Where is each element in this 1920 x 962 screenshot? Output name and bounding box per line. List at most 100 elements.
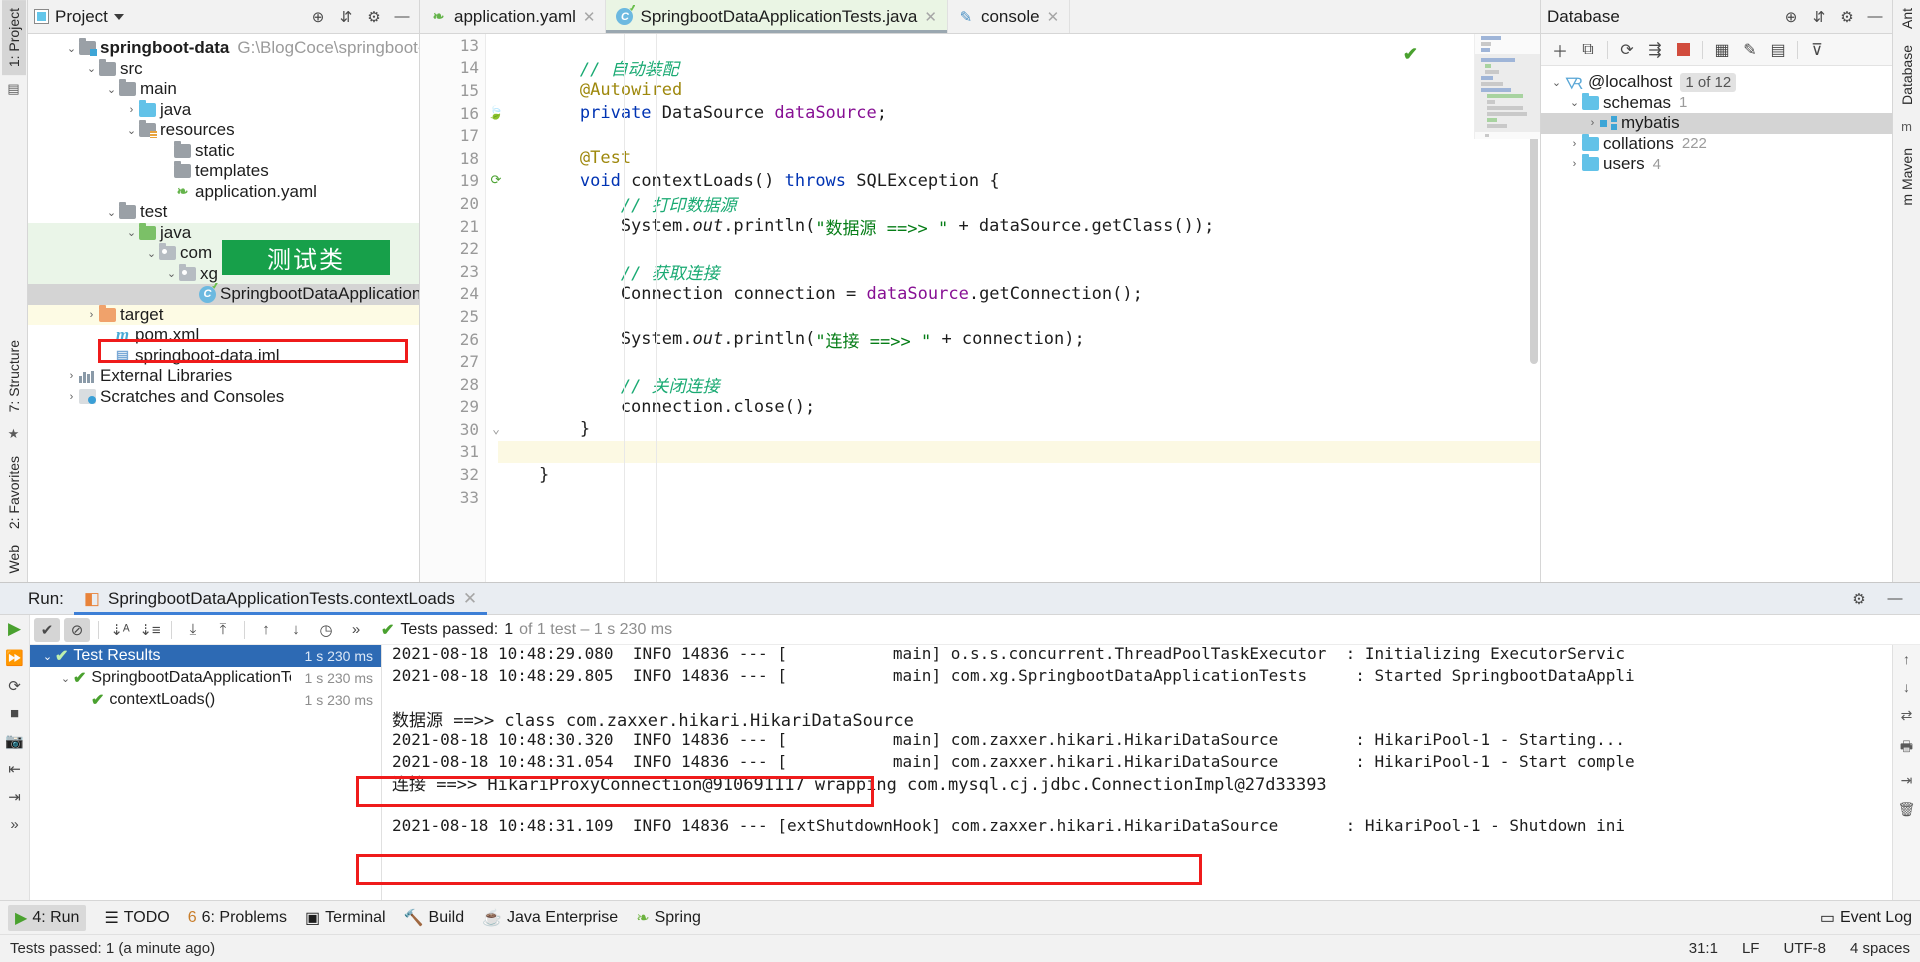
- settings-gear-icon[interactable]: ⚙: [363, 6, 385, 28]
- print-icon[interactable]: 🖶: [1900, 736, 1913, 760]
- add-icon[interactable]: ＋: [1547, 38, 1573, 62]
- editor-gutter[interactable]: 13 14 15 16 🍃 17 18 19 ⟳ 20 21 22 23 24 25 26 27 28 29 30 ⌄ 3…: [420, 34, 504, 582]
- favorites-star-icon[interactable]: ★: [8, 426, 20, 442]
- import-tests-icon[interactable]: ⇤: [8, 760, 21, 778]
- expand-all-icon[interactable]: ⤓: [180, 618, 206, 642]
- sort-alphabetically-icon[interactable]: ⇣ᴬ: [107, 618, 133, 642]
- show-passed-toggle-icon[interactable]: ✔: [34, 617, 60, 642]
- tree-item-scratches-and-consoles[interactable]: › Scratches and Consoles: [28, 387, 419, 408]
- run-query-icon[interactable]: ⇶: [1642, 38, 1668, 62]
- tree-item-pom-xml[interactable]: › m pom.xml: [28, 325, 419, 346]
- stop-icon[interactable]: [1670, 38, 1696, 62]
- chevron-collapsed-icon[interactable]: ›: [1567, 138, 1582, 150]
- copy-icon[interactable]: ⧉: [1575, 38, 1601, 62]
- chevron-expanded-icon[interactable]: ⌄: [104, 206, 119, 219]
- indent-setting[interactable]: 4 spaces: [1850, 940, 1910, 957]
- tree-item-main-java[interactable]: › java: [28, 99, 419, 121]
- code-line[interactable]: }: [498, 463, 1540, 486]
- file-encoding[interactable]: UTF-8: [1783, 940, 1826, 957]
- more-toolbar-icon[interactable]: »: [343, 618, 369, 642]
- code-line[interactable]: System. out .println("数据源 ==>> " + dataSou…: [498, 215, 1540, 239]
- caret-position[interactable]: 31:1: [1689, 940, 1718, 957]
- scroll-down-icon[interactable]: ↓: [1903, 679, 1910, 695]
- hide-panel-icon[interactable]: —: [1884, 588, 1906, 610]
- status-item-java-enterprise[interactable]: ☕ Java Enterprise: [482, 908, 618, 928]
- rerun-failed-tests-icon[interactable]: ⟳: [8, 677, 21, 695]
- tree-item-springboot-data[interactable]: ⌄ springboot-data G:\BlogCoce\springboot…: [28, 38, 419, 59]
- rerun-icon[interactable]: ▶: [8, 619, 21, 639]
- structure-mini-icon[interactable]: ▤: [7, 81, 19, 97]
- code-line[interactable]: [498, 124, 1540, 147]
- locate-icon[interactable]: ⊕: [307, 6, 329, 28]
- collapse-all-icon[interactable]: ⤒: [210, 618, 236, 642]
- tree-item-target[interactable]: › target: [28, 304, 419, 325]
- chevron-expanded-icon[interactable]: ⌄: [84, 62, 99, 75]
- chevron-expanded-icon[interactable]: ⌄: [1549, 76, 1564, 89]
- status-item-event-log[interactable]: ▭ Event Log: [1820, 908, 1912, 928]
- chevron-expanded-icon[interactable]: ⌄: [64, 42, 79, 55]
- chevron-expanded-icon[interactable]: ⌄: [58, 672, 73, 685]
- show-ignored-toggle-icon[interactable]: ⊘: [64, 617, 90, 642]
- run-configuration-tab[interactable]: ◧ SpringbootDataApplicationTests.context…: [74, 583, 487, 615]
- chevron-collapsed-icon[interactable]: ›: [1585, 117, 1600, 129]
- inspection-ok-icon[interactable]: ✔: [1403, 44, 1418, 65]
- status-item-build[interactable]: 🔨 Build: [404, 908, 465, 928]
- tree-item-test[interactable]: ⌄ test: [28, 202, 419, 223]
- status-item-terminal[interactable]: ▣ Terminal: [305, 908, 386, 928]
- camera-icon[interactable]: 📷: [5, 732, 24, 750]
- edit-icon[interactable]: ✎: [1737, 38, 1763, 62]
- code-line[interactable]: connection.close();: [498, 396, 1540, 419]
- debug-icon[interactable]: ⏩: [5, 649, 24, 667]
- db-item-localhost[interactable]: ⌄ 🜆 @localhost 1 of 12: [1541, 72, 1892, 93]
- status-item-run[interactable]: ▶ 4: Run: [8, 904, 87, 931]
- chevron-collapsed-icon[interactable]: ›: [64, 370, 79, 382]
- code-line[interactable]: [498, 440, 1540, 464]
- close-icon[interactable]: ✕: [1047, 8, 1060, 26]
- status-item-spring[interactable]: ❧ Spring: [636, 908, 701, 928]
- chevron-expanded-icon[interactable]: ⌄: [164, 267, 179, 280]
- settings-gear-icon[interactable]: ⚙: [1848, 588, 1870, 610]
- code-line[interactable]: // 关闭连接: [498, 373, 1540, 397]
- code-line[interactable]: // 自动装配: [498, 57, 1540, 80]
- locate-icon[interactable]: ⊕: [1780, 6, 1802, 28]
- history-icon[interactable]: ◷: [313, 618, 339, 642]
- code-line[interactable]: // 获取连接: [498, 260, 1540, 284]
- tab-application-yaml[interactable]: ❧ application.yaml ✕: [420, 0, 607, 33]
- next-failed-test-icon[interactable]: ↓: [283, 618, 309, 642]
- run-console-output[interactable]: 2021-08-18 10:48:29.080 INFO 14836 --- […: [382, 645, 1892, 900]
- close-icon[interactable]: ✕: [583, 8, 596, 26]
- hide-panel-icon[interactable]: —: [391, 6, 413, 28]
- sort-by-duration-icon[interactable]: ⇣≡: [137, 618, 163, 642]
- chevron-collapsed-icon[interactable]: ›: [64, 391, 79, 403]
- rail-tab-web[interactable]: Web: [2, 537, 26, 582]
- tab-springboot-data-application-tests[interactable]: C SpringbootDataApplicationTests.java ✕: [606, 0, 948, 33]
- project-tree[interactable]: ⌄ springboot-data G:\BlogCoce\springboot…: [28, 34, 419, 582]
- tree-item-static[interactable]: › static: [28, 140, 419, 162]
- tree-item-resources[interactable]: ⌄ resources: [28, 120, 419, 141]
- code-preview-minimap[interactable]: [1474, 34, 1540, 139]
- hide-panel-icon[interactable]: —: [1864, 6, 1886, 28]
- chevron-expanded-icon[interactable]: ⌄: [40, 650, 55, 663]
- settings-gear-icon[interactable]: ⚙: [1836, 6, 1858, 28]
- code-line[interactable]: [498, 305, 1540, 328]
- db-item-mybatis[interactable]: › mybatis: [1541, 113, 1892, 134]
- rail-tab-favorites[interactable]: 2: Favorites: [2, 448, 26, 537]
- code-line[interactable]: Connection connection = dataSource .getCo…: [498, 283, 1540, 306]
- test-node-class[interactable]: ⌄ ✔ SpringbootDataApplicationTe 1 s 230 …: [30, 667, 381, 689]
- tree-item-springboot-data-iml[interactable]: › ▤ springboot-data.iml: [28, 346, 419, 367]
- tree-item-templates[interactable]: › templates: [28, 161, 419, 182]
- rail-tab-maven[interactable]: m Maven: [1895, 140, 1919, 214]
- tree-item-src[interactable]: ⌄ src: [28, 58, 419, 80]
- stop-icon[interactable]: ■: [10, 705, 19, 722]
- scroll-up-icon[interactable]: ↑: [1903, 651, 1910, 667]
- code-line[interactable]: [498, 486, 1540, 509]
- refresh-icon[interactable]: ⟳: [1614, 38, 1640, 62]
- chevron-collapsed-icon[interactable]: ›: [1567, 158, 1582, 170]
- db-item-schemas[interactable]: ⌄ schemas 1: [1541, 92, 1892, 114]
- line-separator[interactable]: LF: [1742, 940, 1760, 957]
- table-icon[interactable]: ▦: [1709, 38, 1735, 62]
- prev-failed-test-icon[interactable]: ↑: [253, 618, 279, 642]
- tree-item-springboot-data-application-tests[interactable]: › C SpringbootDataApplicationTests: [28, 282, 419, 305]
- code-area[interactable]: // 自动装配 @Autowired private DataSource da…: [486, 34, 1540, 582]
- rail-tab-database[interactable]: Database: [1895, 37, 1919, 113]
